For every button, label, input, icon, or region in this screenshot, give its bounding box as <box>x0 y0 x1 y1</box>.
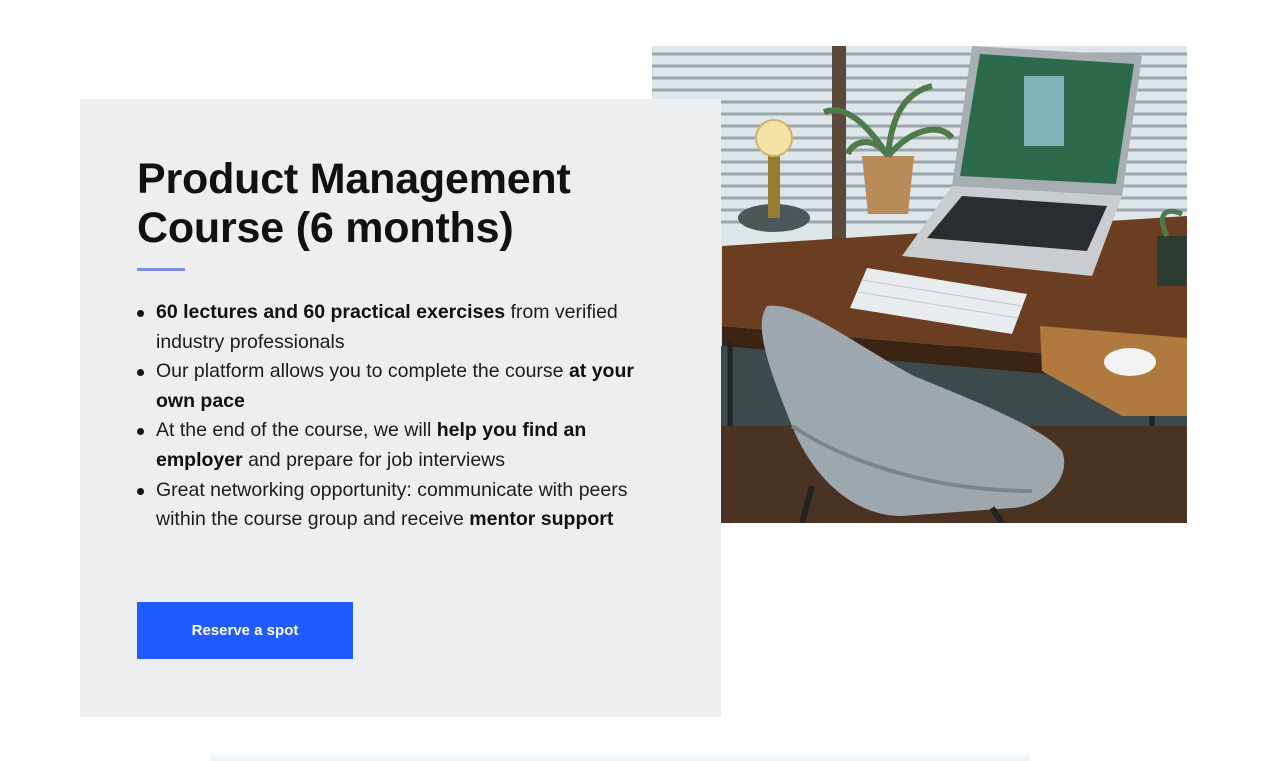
section-bottom-edge <box>210 752 1030 761</box>
feature-highlight: 60 lectures and 60 practical exercises <box>156 301 506 323</box>
feature-item-employer: At the end of the course, we will help y… <box>137 416 656 475</box>
workspace-photo <box>652 46 1187 523</box>
title-divider <box>137 268 185 271</box>
reserve-spot-button[interactable]: Reserve a spot <box>137 602 353 659</box>
feature-highlight: mentor support <box>469 508 614 531</box>
feature-item-pace: Our platform allows you to complete the … <box>137 357 656 416</box>
feature-item-networking: Great networking opportunity: communicat… <box>137 476 656 535</box>
feature-text: and prepare for job interviews <box>242 448 506 471</box>
course-card: Product Management Course (6 months) 60 … <box>80 99 721 717</box>
features-list: 60 lectures and 60 practical exercises f… <box>137 298 656 535</box>
course-section: Product Management Course (6 months) 60 … <box>0 0 1280 761</box>
course-title-line-1: Product Management <box>137 155 571 203</box>
course-title: Product Management Course (6 months) <box>137 155 697 253</box>
feature-text: At the end of the course, we will <box>156 419 437 442</box>
feature-text: Our platform allows you to complete the … <box>156 360 569 383</box>
course-title-line-2: Course (6 months) <box>137 204 514 252</box>
feature-item-lectures: 60 lectures and 60 practical exercises f… <box>137 298 656 357</box>
